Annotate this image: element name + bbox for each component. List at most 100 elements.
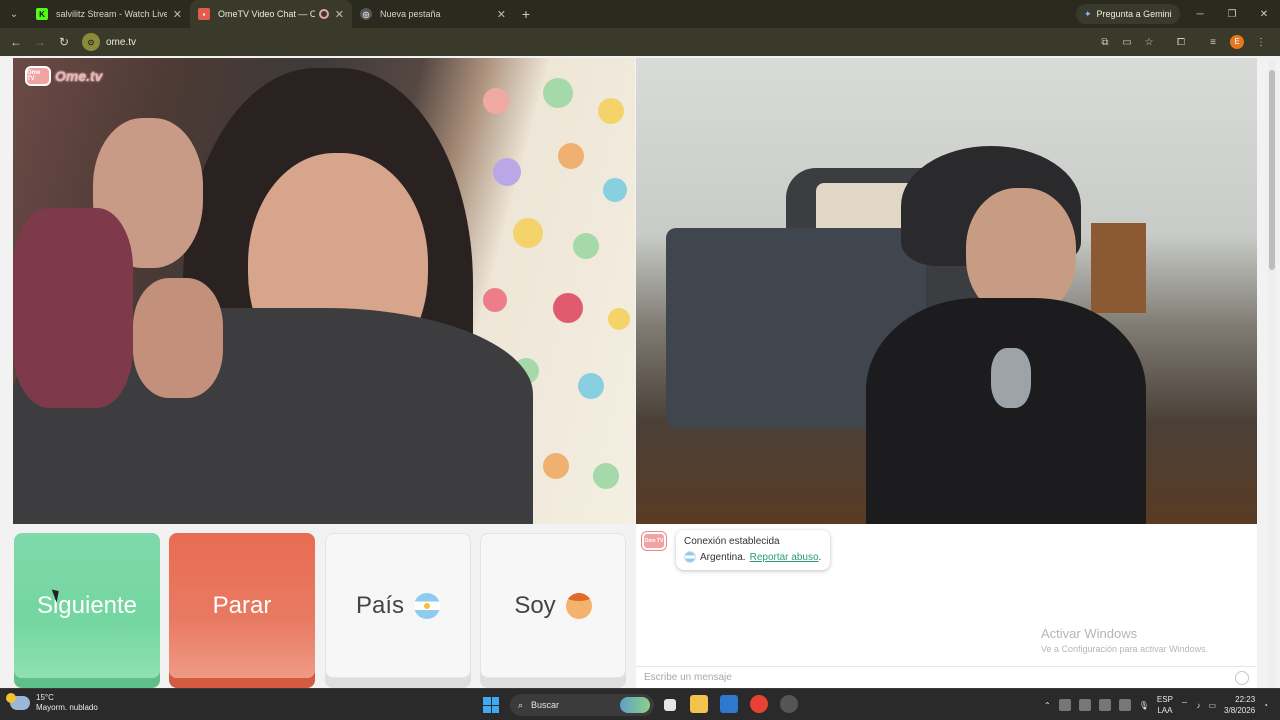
- notifications-icon[interactable]: ◔: [1263, 701, 1268, 710]
- minimize-icon[interactable]: ─: [1184, 0, 1216, 28]
- address-bar[interactable]: ⊙ ome.tv: [82, 32, 1092, 52]
- ometv-icon: ▪: [198, 8, 210, 20]
- new-tab-button[interactable]: +: [514, 6, 538, 22]
- page-scrollbar[interactable]: [1268, 58, 1276, 688]
- fabric-dot: [493, 158, 521, 186]
- tray-app-icon[interactable]: [1118, 699, 1131, 711]
- clock[interactable]: 22:23 3/8/2026: [1224, 694, 1255, 716]
- windows-taskbar: 15°C Mayorm. nublado ⌕ Buscar ⌃ 🎙 ESP LA…: [0, 688, 1280, 720]
- battery-icon[interactable]: ▭: [1208, 701, 1216, 710]
- volume-icon[interactable]: ♪: [1196, 701, 1200, 710]
- menu-kebab-icon[interactable]: ⋮: [1250, 37, 1272, 48]
- watermark-title: Activar Windows: [1041, 626, 1138, 641]
- url-text: ome.tv: [106, 36, 137, 48]
- date: 3/8/2026: [1224, 706, 1256, 715]
- fabric-dot: [483, 288, 507, 312]
- stop-button[interactable]: Parar: [169, 533, 315, 678]
- close-tab-icon[interactable]: ✕: [335, 8, 344, 21]
- fabric-dot: [598, 98, 624, 124]
- fabric-dot: [578, 373, 604, 399]
- boy-emoji-icon: [565, 592, 592, 619]
- report-abuse-link[interactable]: Reportar abuso: [750, 552, 819, 563]
- kick-icon: K: [36, 8, 48, 20]
- weather-condition: Mayorm. nublado: [36, 703, 98, 712]
- ometv-logo: Ome TV Ome.tv: [25, 66, 102, 86]
- partly-cloudy-icon: [6, 692, 30, 710]
- emoji-icon[interactable]: [1235, 671, 1249, 685]
- gemini-button[interactable]: ✦ Pregunta a Gemini: [1076, 4, 1180, 24]
- store-icon[interactable]: [720, 695, 738, 713]
- fabric-dot: [608, 308, 630, 330]
- site-info-icon[interactable]: ⊙: [82, 33, 100, 51]
- ometv-chat-logo-icon: Ome TV: [642, 532, 666, 550]
- tray-app-icon[interactable]: [1078, 699, 1091, 711]
- ometv-page: Ome TV Ome.tv Siguiente Parar País Soy O…: [0, 56, 1280, 688]
- system-message: Conexión establecida Argentina. Reportar…: [676, 530, 830, 570]
- tray-app-icon[interactable]: [1058, 699, 1071, 711]
- taskbar-search[interactable]: ⌕ Buscar: [510, 694, 654, 716]
- chat-panel: Ome TV Conexión establecida Argentina. R…: [636, 524, 1257, 688]
- weather-widget[interactable]: 15°C Mayorm. nublado: [6, 692, 98, 712]
- gender-button[interactable]: Soy: [480, 533, 626, 678]
- tab-title: Nueva pestaña: [380, 9, 441, 19]
- language-indicator[interactable]: ESP LAA: [1157, 694, 1173, 716]
- file-explorer-icon[interactable]: [690, 695, 708, 713]
- tab-kick-stream[interactable]: K salvilitz Stream - Watch Live on ✕: [28, 0, 190, 28]
- fabric-dot: [553, 293, 583, 323]
- search-label: Buscar: [531, 700, 560, 710]
- fabric-dot: [513, 218, 543, 248]
- cast-icon[interactable]: ▭: [1116, 37, 1138, 48]
- message-input[interactable]: Escribe un mensaje: [636, 666, 1257, 688]
- extensions-icon[interactable]: ⧠: [1170, 37, 1192, 48]
- close-tab-icon[interactable]: ✕: [497, 8, 506, 21]
- language-code: ESP: [1156, 695, 1173, 704]
- browser-toolbar: ← → ↻ ⊙ ome.tv ⧉ ▭ ☆ ⧠ ≡ E ⋮: [0, 28, 1280, 56]
- country-button[interactable]: País: [325, 533, 471, 678]
- next-button[interactable]: Siguiente: [14, 533, 160, 678]
- tab-ometv[interactable]: ▪ OmeTV Video Chat — Ome ✕: [190, 0, 352, 28]
- argentina-flag-icon: [414, 592, 441, 619]
- microphone-icon[interactable]: 🎙: [1139, 701, 1149, 710]
- argentina-flag-icon: [684, 551, 696, 563]
- search-icon: ⌕: [518, 699, 524, 710]
- reload-icon[interactable]: ↻: [52, 28, 76, 56]
- tab-search-icon[interactable]: ⌄: [0, 0, 28, 28]
- man-shirt: [13, 208, 133, 408]
- tray-app-icon[interactable]: [1098, 699, 1111, 711]
- system-tray: ⌃ 🎙 ESP LAA ⌔ ♪ ▭ 22:23 3/8/2026 ◔: [1044, 689, 1268, 720]
- forward-icon[interactable]: →: [28, 28, 52, 56]
- back-icon[interactable]: ←: [4, 28, 28, 56]
- fabric-dot: [603, 178, 627, 202]
- gender-label: Soy: [514, 591, 556, 619]
- gemini-sparkle-icon: ✦: [1084, 8, 1092, 19]
- mate-cup: [991, 348, 1031, 408]
- chevron-up-icon[interactable]: ⌃: [1044, 701, 1051, 710]
- stop-label: Parar: [212, 591, 272, 619]
- connection-status: Conexión establecida: [684, 536, 780, 547]
- stranger-country: Argentina.: [700, 551, 746, 563]
- close-window-icon[interactable]: ✕: [1248, 0, 1280, 28]
- restore-icon[interactable]: ❐: [1216, 0, 1248, 28]
- toolbar-icons: ⧉ ▭ ☆ ⧠ ≡ E ⋮: [1094, 28, 1272, 56]
- keyboard-layout: LAA: [1157, 706, 1173, 715]
- chrome-taskbar-icon[interactable]: [750, 695, 768, 713]
- wifi-icon[interactable]: ⌔: [1181, 700, 1189, 710]
- next-label: Siguiente: [36, 591, 138, 619]
- bookmark-star-icon[interactable]: ☆: [1138, 37, 1160, 48]
- windows-start-icon[interactable]: [483, 697, 499, 713]
- tab-new-tab[interactable]: ◎ Nueva pestaña ✕: [352, 0, 514, 28]
- gemini-label: Pregunta a Gemini: [1096, 9, 1172, 19]
- app-icon[interactable]: [780, 695, 798, 713]
- translate-icon[interactable]: ⧉: [1094, 37, 1116, 48]
- nightstand: [1091, 223, 1146, 313]
- profile-avatar[interactable]: E: [1230, 35, 1244, 49]
- task-view-icon[interactable]: [664, 699, 676, 711]
- hand: [133, 278, 223, 398]
- scrollbar-thumb[interactable]: [1269, 70, 1275, 270]
- tab-title: salvilitz Stream - Watch Live on: [56, 9, 167, 19]
- close-tab-icon[interactable]: ✕: [173, 8, 182, 21]
- tab-title: OmeTV Video Chat — Ome: [218, 9, 315, 19]
- stranger-video: Ome TV Ome.tv: [13, 58, 635, 524]
- fabric-dot: [558, 143, 584, 169]
- reading-list-icon[interactable]: ≡: [1202, 37, 1224, 48]
